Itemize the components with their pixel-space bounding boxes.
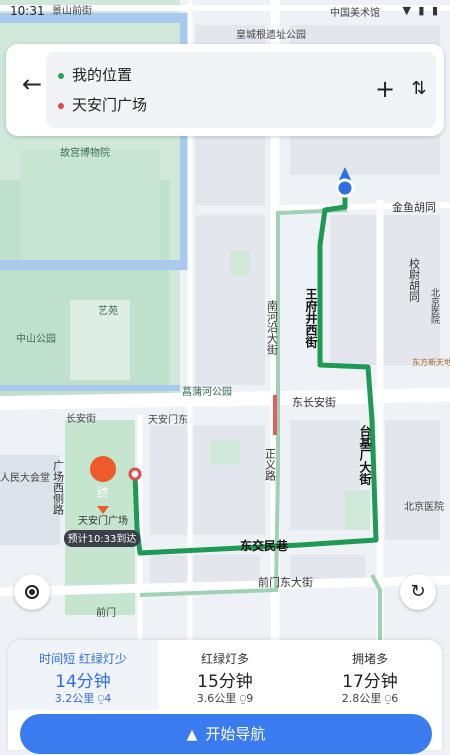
map-label-renmin-dahuitang: 人民大会堂 <box>0 471 50 484</box>
status-bar: 10:31 ▼ ▮ ▮ <box>0 0 450 24</box>
route-option-0[interactable]: 时间短 红绿灯少 14分钟 3.2公里 ⍜4 <box>8 640 158 710</box>
map-label-dongchangan: 东长安街 <box>292 395 336 409</box>
origin-label: 我的位置 <box>72 66 133 84</box>
route-option-duration: 15分钟 <box>197 672 253 692</box>
route-option-meta: 3.6公里 ⍜9 <box>196 692 254 705</box>
map-label-qianmen: 前门 <box>96 606 116 619</box>
map-label-wangfujing-west: 王府井西街 <box>304 288 318 349</box>
map-label-huangcheng-park: 皇城根遗址公园 <box>236 28 306 41</box>
map-label-changan: 长安街 <box>66 412 96 425</box>
route-option-2[interactable]: 拥堵多 17分钟 2.8公里 ⍜6 <box>298 640 442 710</box>
map-label-beijing-hospital: 北京医院 <box>404 500 444 513</box>
route-option-meta: 3.2公里 ⍜4 <box>54 692 112 705</box>
refresh-icon[interactable]: ↻ <box>400 574 436 610</box>
start-navigation-button[interactable]: ▲ 开始导航 <box>20 714 432 754</box>
map-label-zhongshan-park: 中山公园 <box>16 332 56 345</box>
map-label-palace-museum: 故宫博物院 <box>60 146 110 159</box>
locate-me-icon[interactable] <box>14 574 50 610</box>
status-icons: ▼ ▮ ▮ <box>402 4 440 17</box>
route-option-1[interactable]: 红绿灯多 15分钟 3.6公里 ⍜9 <box>153 640 297 710</box>
start-navigation-label: 开始导航 <box>205 725 266 743</box>
route-search-card: ← 我的位置 天安门广场 + ⇅ <box>6 44 444 136</box>
map-label-xiaowei-hutong: 校尉胡同 <box>408 257 421 303</box>
route-option-tag: 红绿灯多 <box>200 652 249 666</box>
map-label-changpu-park: 菖蒲河公园 <box>182 385 232 398</box>
map-label-beijing-hospital-area: 北京医院 <box>429 288 440 325</box>
destination-field[interactable]: 天安门广场 <box>58 94 147 115</box>
end-marker-icon: 终 <box>97 485 109 500</box>
map-label-qianmen-east: 前门东大街 <box>258 575 313 589</box>
map-label-square-west: 广场西侧路 <box>52 460 65 516</box>
map-label-nanheyan: 南河沿大街 <box>266 300 279 356</box>
map-label-taijichang: 台基厂大街 <box>358 424 372 486</box>
route-option-meta: 2.8公里 ⍜6 <box>341 692 399 705</box>
origin-dot-icon <box>58 72 64 79</box>
destination-label: 天安门广场 <box>72 96 148 114</box>
route-option-tag: 时间短 红绿灯少 <box>39 652 127 666</box>
route-options-panel: 时间短 红绿灯少 14分钟 3.2公里 ⍜4 红绿灯多 15分钟 3.6公里 ⍜… <box>8 640 442 754</box>
arrival-time-label: 预计10:33到达 <box>68 532 137 545</box>
map-label-tiananmen-east: 天安门东 <box>148 413 188 426</box>
swap-route-icon[interactable]: ⇅ <box>404 74 434 104</box>
status-time: 10:31 <box>10 4 45 18</box>
map-label-tiananmen-square: 天安门广场 <box>78 514 128 527</box>
map-label-dongfang-xintiandi: 东方新天地 <box>412 357 450 367</box>
back-arrow-icon[interactable]: ← <box>14 66 50 102</box>
navigation-arrow-icon: ▲ <box>186 727 198 743</box>
current-location-marker <box>335 178 355 198</box>
route-option-tag: 拥堵多 <box>351 652 388 666</box>
route-inputs: 我的位置 天安门广场 + ⇅ <box>46 52 436 128</box>
route-option-duration: 14分钟 <box>55 672 111 692</box>
map-label-dongjiaominxiang: 东交民巷 <box>240 538 289 553</box>
destination-dot-icon <box>58 102 64 109</box>
add-waypoint-icon[interactable]: + <box>370 74 400 104</box>
route-endpoint-icon <box>128 467 142 481</box>
map-label-yiyuan: 艺苑 <box>98 304 118 317</box>
origin-field[interactable]: 我的位置 <box>58 64 132 85</box>
route-option-duration: 17分钟 <box>342 672 398 692</box>
map-label-jinyu-hutong: 金鱼胡同 <box>392 200 436 214</box>
map-label-zhengyi: 正义路 <box>264 448 277 482</box>
